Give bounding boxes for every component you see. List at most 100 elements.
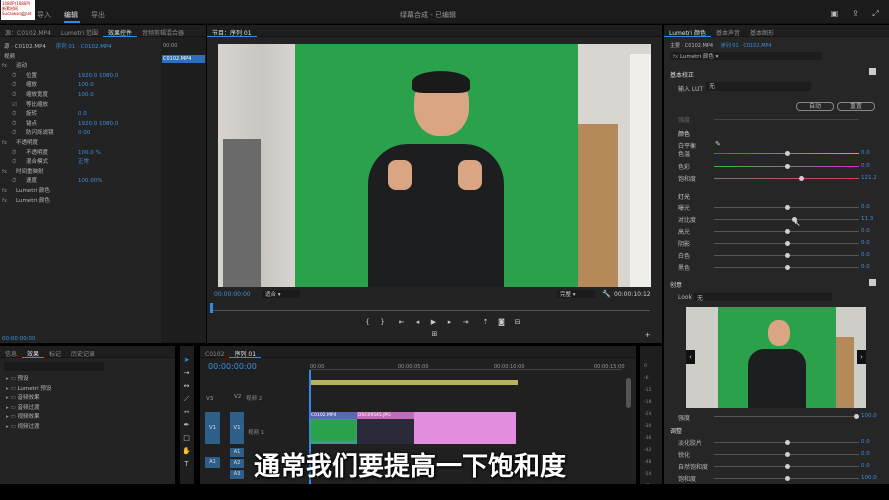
- effect-row-value[interactable]: 100.0: [78, 91, 94, 101]
- lumetri-source-label[interactable]: 主要 · C0102.MP4: [670, 43, 713, 49]
- stopwatch-icon[interactable]: ⏱: [12, 81, 16, 91]
- source-clip-label[interactable]: 源 · C0102.MP4: [4, 44, 46, 50]
- color-slider-knob[interactable]: [784, 163, 790, 169]
- track-a3-target[interactable]: A3: [230, 470, 244, 479]
- pen-tool-icon[interactable]: ✒: [182, 421, 191, 430]
- stopwatch-icon[interactable]: ⏱: [12, 110, 16, 120]
- effect-row-value[interactable]: 正常: [78, 158, 89, 168]
- fx-badge-icon[interactable]: fx: [2, 197, 7, 207]
- color-slider-knob[interactable]: [784, 151, 790, 156]
- tab-audio-mixer[interactable]: 音频剪辑混合器: [137, 25, 189, 37]
- program-playhead[interactable]: [210, 303, 213, 313]
- program-video-frame[interactable]: [218, 44, 651, 287]
- fullscreen-icon[interactable]: ⤢: [871, 9, 880, 18]
- stopwatch-icon[interactable]: ⏱: [12, 158, 16, 168]
- adjust-slider-knob[interactable]: [785, 464, 790, 469]
- fit-dropdown[interactable]: 适合 ▾: [262, 290, 300, 298]
- effects-folder-item[interactable]: ▸ ▭ 视频过渡: [0, 423, 175, 433]
- type-tool-icon[interactable]: T: [182, 460, 191, 469]
- tab-history[interactable]: 历史记录: [66, 346, 100, 358]
- stopwatch-icon[interactable]: ⏱: [12, 120, 16, 130]
- look-next-icon[interactable]: ›: [857, 350, 866, 364]
- tab-info[interactable]: 信息: [0, 346, 22, 358]
- adjust-slider-value[interactable]: 0.0: [861, 451, 870, 457]
- adjust-slider-value[interactable]: 100.0: [861, 475, 877, 481]
- color-slider-value[interactable]: 0.0: [861, 150, 870, 156]
- light-slider-track[interactable]: [714, 229, 859, 234]
- light-section-label[interactable]: 灯光: [678, 192, 690, 201]
- eyedropper-icon[interactable]: ✎: [715, 140, 721, 148]
- effects-search-input[interactable]: [4, 362, 104, 371]
- adjust-slider-track[interactable]: [714, 476, 859, 481]
- light-slider-value[interactable]: 0.0: [861, 228, 870, 234]
- tab-markers[interactable]: 标记: [44, 346, 66, 358]
- intensity-slider[interactable]: [714, 119, 859, 120]
- effect-row-value[interactable]: 100.00%: [78, 177, 102, 187]
- tab-effects[interactable]: 效果: [22, 346, 45, 358]
- timeline-timecode[interactable]: 00:00:00:00: [208, 362, 257, 371]
- tab-timeline-c0102[interactable]: C0102: [200, 348, 229, 360]
- effect-row-value[interactable]: 1920.0 1080.0: [78, 72, 118, 82]
- effects-folder-item[interactable]: ▸ ▭ 视频效果: [0, 413, 175, 423]
- fx-badge-icon[interactable]: fx: [2, 168, 7, 178]
- wrench-icon[interactable]: 🔧: [602, 290, 611, 298]
- light-slider-knob[interactable]: [785, 253, 790, 258]
- compare-view-icon[interactable]: ⊟: [513, 318, 522, 327]
- nav-export[interactable]: 导出: [91, 10, 105, 20]
- fx-badge-icon[interactable]: fx: [2, 62, 7, 72]
- basic-correction-header[interactable]: 基本校正: [670, 70, 694, 79]
- light-slider-value[interactable]: 0.0: [861, 264, 870, 270]
- timeline-clip-c0102[interactable]: C0102.MP4: [310, 412, 357, 444]
- effect-mini-timeline[interactable]: 00:00 C0102.MP4: [161, 37, 206, 343]
- stopwatch-icon[interactable]: ☑: [12, 101, 17, 111]
- lift-icon[interactable]: ⇡: [481, 318, 490, 327]
- adjust-slider-value[interactable]: 0.0: [861, 439, 870, 445]
- look-dropdown[interactable]: 无: [694, 293, 832, 302]
- light-slider-value[interactable]: 0.0: [861, 252, 870, 258]
- tab-source[interactable]: 源：C0102.MP4: [0, 25, 56, 37]
- effect-row-value[interactable]: 0.0: [78, 110, 87, 120]
- color-section-label[interactable]: 颜色: [678, 129, 690, 138]
- tab-essential-graphics[interactable]: 基本图形: [745, 25, 779, 37]
- sequence-clip-label[interactable]: 序列 01 · C0102.MP4: [56, 44, 112, 50]
- tab-lumetri-scopes[interactable]: Lumetri 范围: [56, 25, 103, 37]
- home-icon[interactable]: ⌂: [21, 9, 26, 18]
- adjust-slider-knob[interactable]: [785, 476, 790, 481]
- color-slider-track[interactable]: [714, 151, 859, 156]
- program-timecode[interactable]: 00:00:00:00: [214, 291, 251, 298]
- reset-button[interactable]: 重置: [837, 102, 875, 111]
- lumetri-seq-label[interactable]: 序列 01 · C0102.MP4: [721, 43, 772, 49]
- hand-tool-icon[interactable]: ✋: [182, 447, 191, 456]
- strength-value[interactable]: 100.0: [861, 413, 877, 419]
- effect-row-value[interactable]: 100.0 %: [78, 149, 101, 159]
- add-button-icon[interactable]: +: [643, 331, 652, 340]
- share-icon[interactable]: ⇪: [851, 9, 860, 18]
- step-back-icon[interactable]: ◂: [413, 318, 422, 327]
- color-slider-knob[interactable]: [799, 176, 804, 181]
- auto-button[interactable]: 自动: [796, 102, 834, 111]
- track-a1-target[interactable]: A1: [230, 448, 244, 457]
- stopwatch-icon[interactable]: ⏱: [12, 129, 16, 139]
- timeline-clip-dsc09545[interactable]: DSC09545.JPG: [357, 412, 414, 444]
- lumetri-fx-dropdown[interactable]: fx Lumetri 颜色 ▾: [670, 52, 822, 60]
- mark-out-icon[interactable]: }: [378, 318, 387, 327]
- stopwatch-icon[interactable]: ⏱: [12, 72, 16, 82]
- play-icon[interactable]: ▶: [429, 318, 438, 327]
- timeline-scrollbar[interactable]: [626, 378, 631, 408]
- mark-in-icon[interactable]: {: [363, 318, 372, 327]
- work-area-bar[interactable]: [310, 380, 518, 385]
- light-slider-track[interactable]: [714, 253, 859, 258]
- light-slider-value[interactable]: 11.3: [861, 216, 873, 222]
- selection-tool-icon[interactable]: ➤: [182, 356, 191, 365]
- light-slider-knob[interactable]: [785, 229, 790, 234]
- track-v1-target[interactable]: V1: [230, 412, 244, 444]
- light-slider-track[interactable]: [714, 205, 859, 210]
- adjust-slider-knob[interactable]: [785, 452, 790, 457]
- input-lut-dropdown[interactable]: 无: [706, 82, 811, 91]
- effects-folder-item[interactable]: ▸ ▭ 音频过渡: [0, 404, 175, 414]
- effects-folder-item[interactable]: ▸ ▭ Lumetri 预设: [0, 385, 175, 395]
- adjust-slider-value[interactable]: 0.0: [861, 463, 870, 469]
- tab-essential-sound[interactable]: 基本声音: [711, 25, 745, 37]
- track-v1-source[interactable]: V1: [205, 412, 220, 444]
- track-a2-target[interactable]: A2: [230, 459, 244, 468]
